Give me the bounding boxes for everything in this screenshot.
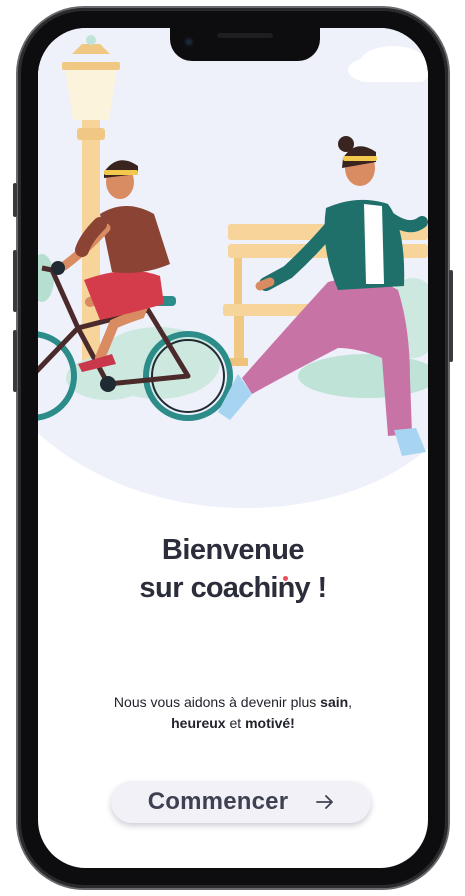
commencer-button-label: Commencer: [147, 788, 289, 815]
brand-name: coachiny: [190, 572, 311, 604]
volume-up-button: [13, 250, 17, 312]
tagline-line-2: heureux et motivé!: [38, 713, 428, 734]
phone-frame: Bienvenue sur coachiny ! Nous vous aidon…: [13, 8, 453, 888]
welcome-line-2: sur coachiny !: [38, 569, 428, 607]
brand-dot: [283, 576, 288, 581]
welcome-illustration: [38, 28, 428, 509]
commencer-button[interactable]: Commencer: [111, 781, 371, 823]
arrow-right-icon: [316, 795, 334, 809]
tagline-comma: ,: [348, 694, 353, 710]
mute-switch: [13, 183, 17, 217]
tagline-line-1: Nous vous aidons à devenir plus sain,: [38, 692, 428, 713]
tagline-bold-heureux: heureux: [171, 715, 226, 731]
speaker: [217, 33, 273, 38]
volume-down-button: [13, 330, 17, 392]
welcome-line-2-suffix: !: [309, 572, 327, 604]
power-button: [449, 270, 453, 362]
tagline-bold-motive: motivé!: [245, 715, 295, 731]
tagline-bold-sain: sain: [320, 694, 349, 710]
tagline-text-et: et: [225, 715, 246, 731]
tagline-text-1: Nous vous aidons à devenir plus: [113, 694, 321, 710]
tagline: Nous vous aidons à devenir plus sain, he…: [38, 692, 428, 734]
welcome-line-1: Bienvenue: [161, 534, 305, 566]
notch: [170, 28, 320, 61]
screen: Bienvenue sur coachiny ! Nous vous aidon…: [38, 28, 428, 868]
welcome-line-2-prefix: sur: [139, 572, 191, 604]
front-camera: [184, 37, 194, 47]
welcome-title: Bienvenue sur coachiny !: [38, 531, 428, 607]
